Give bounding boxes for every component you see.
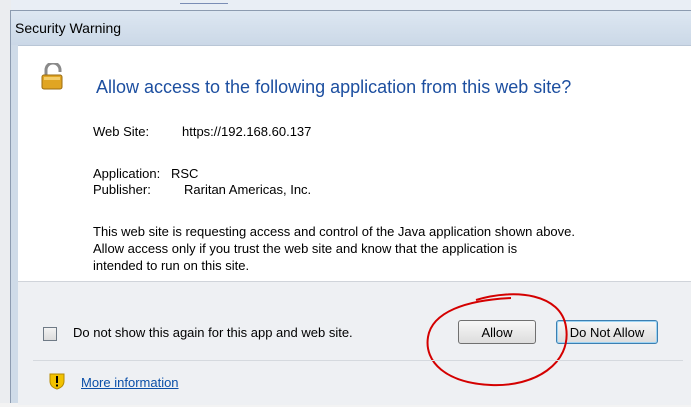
description-text: This web site is requesting access and c… — [93, 223, 691, 274]
lock-shield-icon — [41, 63, 63, 90]
dialog-title: Security Warning — [15, 20, 122, 36]
description-line: intended to run on this site. — [93, 258, 250, 273]
title-bar[interactable]: Security Warning — [11, 11, 691, 45]
publisher-value: Raritan Americas, Inc. — [184, 182, 312, 197]
dialog-headline: Allow access to the following applicatio… — [96, 77, 572, 97]
do-not-show-label[interactable]: Do not show this again for this app and … — [73, 325, 353, 340]
application-label: Application: — [93, 166, 161, 181]
website-label: Web Site: — [93, 124, 150, 139]
background-underline — [180, 0, 230, 6]
do-not-allow-button[interactable]: Do Not Allow — [556, 320, 658, 344]
dialog-footer: Do not show this again for this app and … — [18, 281, 691, 405]
security-warning-dialog: Security Warning Allow access to the fol… — [10, 10, 691, 405]
website-value: https://192.168.60.137 — [182, 124, 312, 139]
warning-info-icon — [49, 373, 65, 390]
description-line: Allow access only if you trust the web s… — [93, 241, 518, 256]
dialog-content: Allow access to the following applicatio… — [18, 45, 691, 282]
red-circle-annotation — [426, 293, 568, 387]
do-not-show-checkbox[interactable] — [43, 327, 57, 341]
publisher-label: Publisher: — [93, 182, 151, 197]
background-window-strip — [0, 0, 691, 10]
description-line: This web site is requesting access and c… — [93, 224, 575, 239]
allow-button[interactable]: Allow — [458, 320, 536, 344]
footer-separator — [33, 360, 683, 361]
application-value: RSC — [171, 166, 199, 181]
more-information-link[interactable]: More information — [81, 375, 179, 390]
